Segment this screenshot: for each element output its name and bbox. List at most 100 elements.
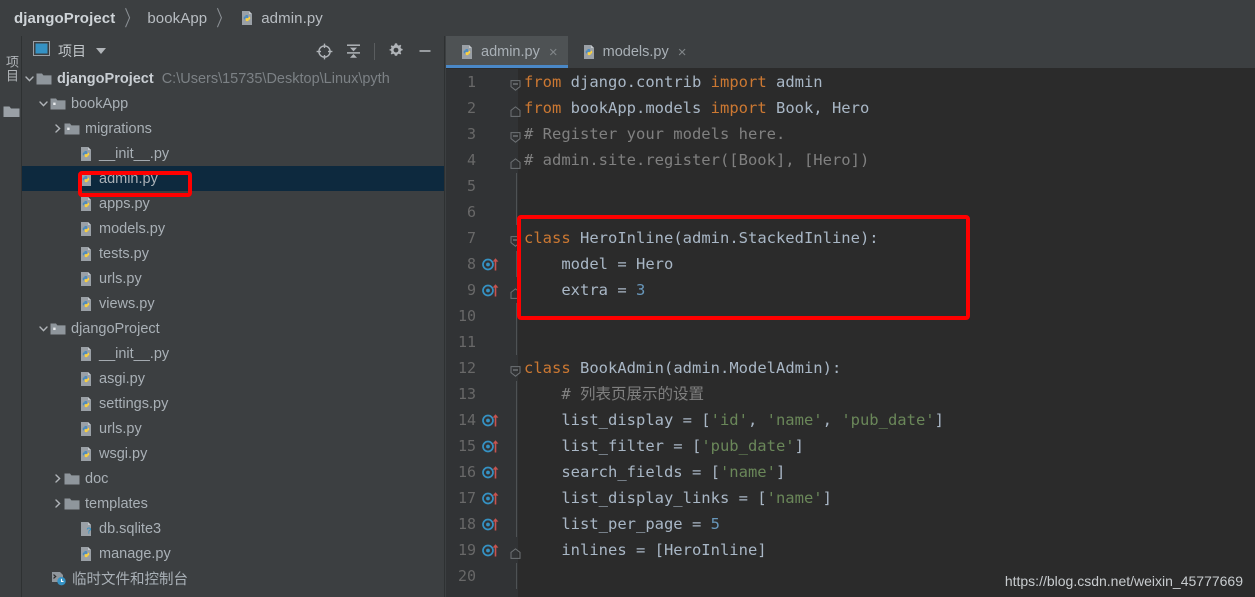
project-tree: djangoProject C:\Users\15735\Desktop\Linu… [22,66,444,591]
tree-item-templates[interactable]: templates [22,491,444,516]
chevron-right-icon[interactable] [50,473,64,484]
code-text: model = Hero [524,255,674,273]
chevron-down-icon[interactable] [96,48,106,54]
tree-item-label: doc [85,470,109,487]
python-file-icon [78,546,94,562]
code-line[interactable]: 8 model = Hero [446,251,1255,277]
tree-item-migrations[interactable]: migrations [22,116,444,141]
folder-icon [64,497,80,511]
tool-window-button-project[interactable]: 项目 [0,38,22,100]
tree-item-viewspy[interactable]: views.py [22,291,444,316]
toolbar-divider [374,42,375,60]
fold-guide-line [516,381,517,407]
code-line[interactable]: 16 search_fields = ['name'] [446,459,1255,485]
collapse-all-icon[interactable] [340,38,366,64]
code-line[interactable]: 14 list_display = ['id', 'name', 'pub_da… [446,407,1255,433]
tree-item-[interactable]: 临时文件和控制台 [22,566,444,591]
chevron-right-icon[interactable] [50,123,64,134]
tree-item-urlspy[interactable]: urls.py [22,416,444,441]
python-file-icon [459,44,475,60]
tree-item-wsgipy[interactable]: wsgi.py [22,441,444,466]
tree-item-settingspy[interactable]: settings.py [22,391,444,416]
code-text: class HeroInline(admin.StackedInline): [524,229,879,247]
code-line[interactable]: 7 class HeroInline(admin.StackedInline): [446,225,1255,251]
code-text: # admin.site.register([Book], [Hero]) [524,151,870,169]
code-text: from django.contrib import admin [524,73,823,91]
chevron-down-icon[interactable] [36,98,50,109]
code-line[interactable]: 10 [446,303,1255,329]
close-icon[interactable]: × [678,45,687,60]
tree-item-adminpy[interactable]: admin.py [22,166,444,191]
chevron-down-icon[interactable] [36,323,50,334]
code-line[interactable]: 6 [446,199,1255,225]
chevron-down-icon[interactable] [22,73,36,84]
chevron-right-icon[interactable] [50,498,64,509]
locate-icon[interactable] [311,38,337,64]
code-line[interactable]: 17 list_display_links = ['name'] [446,485,1255,511]
code-editor[interactable]: 1 from django.contrib import admin 2 from b… [446,69,1255,597]
code-line[interactable]: 9 extra = 3 [446,277,1255,303]
python-file-icon [78,171,94,187]
tree-item-doc[interactable]: doc [22,466,444,491]
breadcrumb-separator: 〉 [216,6,231,30]
tree-item-label: wsgi.py [99,445,148,462]
code-line[interactable]: 2 from bookApp.models import Book, Hero [446,95,1255,121]
code-line[interactable]: 1 from django.contrib import admin [446,69,1255,95]
breadcrumb-item-bookapp[interactable]: bookApp [147,10,207,27]
gear-icon[interactable] [383,38,409,64]
code-line[interactable]: 12 class BookAdmin(admin.ModelAdmin): [446,355,1255,381]
tree-item-label: 临时文件和控制台 [72,572,188,588]
tree-item-label: admin.py [99,170,158,187]
tree-item-__init__py[interactable]: __init__.py [22,141,444,166]
code-line[interactable]: 13 # 列表页展示的设置 [446,381,1255,407]
python-file-icon [78,446,94,462]
minimize-icon[interactable] [412,38,438,64]
fold-guide-line [516,485,517,511]
tree-item-__init__py[interactable]: __init__.py [22,341,444,366]
tree-item-asgipy[interactable]: asgi.py [22,366,444,391]
python-file-icon [239,10,255,26]
tool-window-label: 项目 [4,55,19,83]
editor-tab-modelspy[interactable]: models.py × [568,36,697,68]
tree-item-djangoproject[interactable]: djangoProject C:\Users\15735\Desktop\Linu… [22,66,444,91]
python-file-icon [78,396,94,412]
tree-item-djangoproject[interactable]: djangoProject [22,316,444,341]
fold-guide-line [516,511,517,537]
code-text: list_per_page = 5 [524,515,720,533]
breadcrumb-item-project[interactable]: djangoProject [14,10,115,27]
editor-tab-bar: admin.py × models.py × [446,36,1255,69]
left-tool-strip: 项目 [0,36,22,597]
tree-item-bookapp[interactable]: bookApp [22,91,444,116]
tree-item-label: __init__.py [99,345,170,362]
line-number: 18 [457,515,476,533]
tree-item-label: apps.py [99,195,150,212]
line-number: 19 [457,541,476,559]
code-line[interactable]: 18 list_per_page = 5 [446,511,1255,537]
tree-item-appspy[interactable]: apps.py [22,191,444,216]
code-line[interactable]: 3 # Register your models here. [446,121,1255,147]
python-file-icon [581,44,597,60]
fold-guide-line [516,563,517,589]
code-line[interactable]: 19 inlines = [HeroInline] [446,537,1255,563]
tree-item-managepy[interactable]: manage.py [22,541,444,566]
line-number: 12 [457,359,476,377]
breadcrumb-item-file[interactable]: admin.py [239,10,323,27]
tree-item-modelspy[interactable]: models.py [22,216,444,241]
tree-item-testspy[interactable]: tests.py [22,241,444,266]
code-text: inlines = [HeroInline] [524,541,767,559]
python-file-icon [78,296,94,312]
fold-guide-line [516,407,517,433]
code-line[interactable]: 15 list_filter = ['pub_date'] [446,433,1255,459]
code-line[interactable]: 4 # admin.site.register([Book], [Hero]) [446,147,1255,173]
editor-tab-adminpy[interactable]: admin.py × [446,36,568,68]
tree-item-dbsqlite3[interactable]: ? db.sqlite3 [22,516,444,541]
close-icon[interactable]: × [549,45,558,60]
code-text: # Register your models here. [524,125,786,143]
code-line[interactable]: 11 [446,329,1255,355]
code-line[interactable]: 5 [446,173,1255,199]
folder-icon[interactable] [3,104,20,123]
fold-guide-line [516,173,517,199]
line-number: 2 [466,99,476,117]
tree-item-urlspy[interactable]: urls.py [22,266,444,291]
tree-item-label: urls.py [99,420,142,437]
